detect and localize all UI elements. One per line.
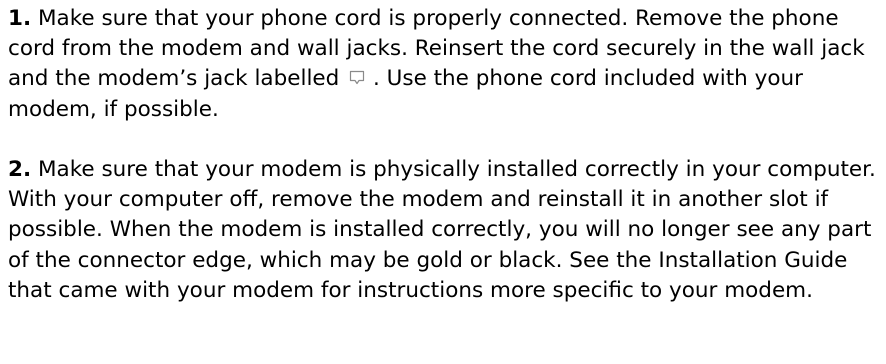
step-2-text: Make sure that your modem is physically … — [8, 157, 876, 303]
step-1-number: 1. — [8, 6, 32, 31]
step-2-number: 2. — [8, 157, 32, 182]
phone-jack-icon — [348, 69, 366, 87]
step-2: 2. Make sure that your modem is physical… — [8, 155, 884, 306]
help-document: 1. Make sure that your phone cord is pro… — [8, 4, 884, 306]
step-1: 1. Make sure that your phone cord is pro… — [8, 4, 884, 125]
